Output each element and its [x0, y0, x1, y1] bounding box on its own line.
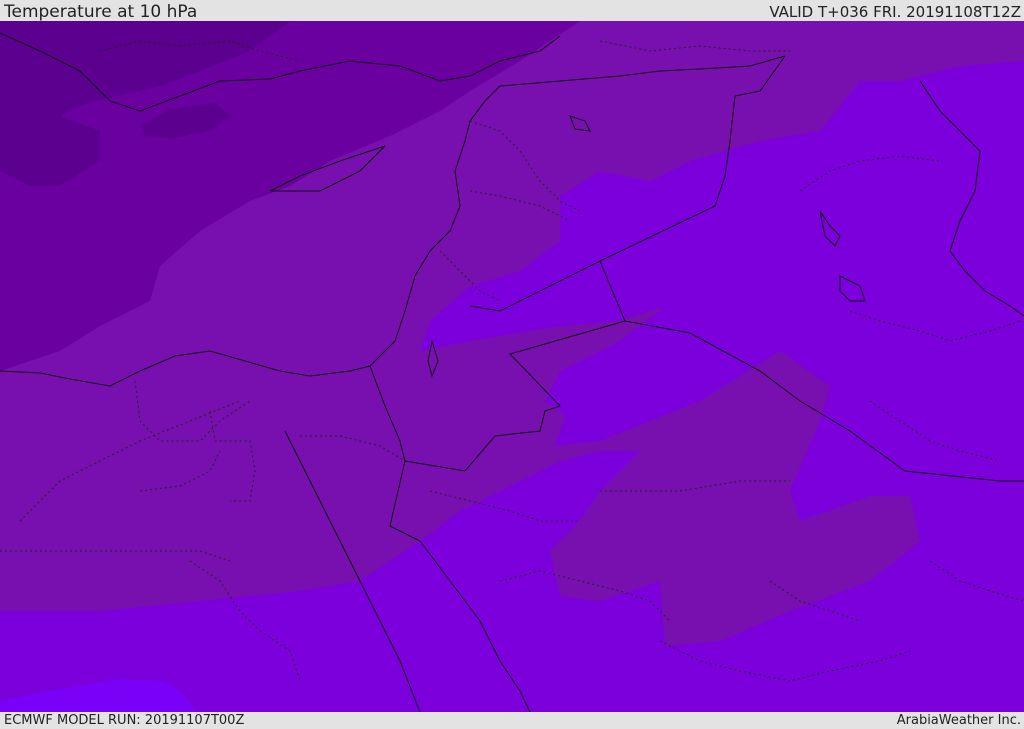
weather-map[interactable]	[0, 21, 1024, 712]
header-bar: Temperature at 10 hPa VALID T+036 FRI. 2…	[0, 0, 1024, 22]
footer-bar: ECMWF MODEL RUN: 20191107T00Z ArabiaWeat…	[0, 712, 1024, 729]
map-canvas	[0, 21, 1024, 712]
valid-time: VALID T+036 FRI. 20191108T12Z	[769, 3, 1021, 21]
map-title: Temperature at 10 hPa	[4, 2, 198, 22]
model-run-label: ECMWF MODEL RUN: 20191107T00Z	[4, 713, 245, 728]
credit-label: ArabiaWeather Inc.	[896, 713, 1021, 728]
